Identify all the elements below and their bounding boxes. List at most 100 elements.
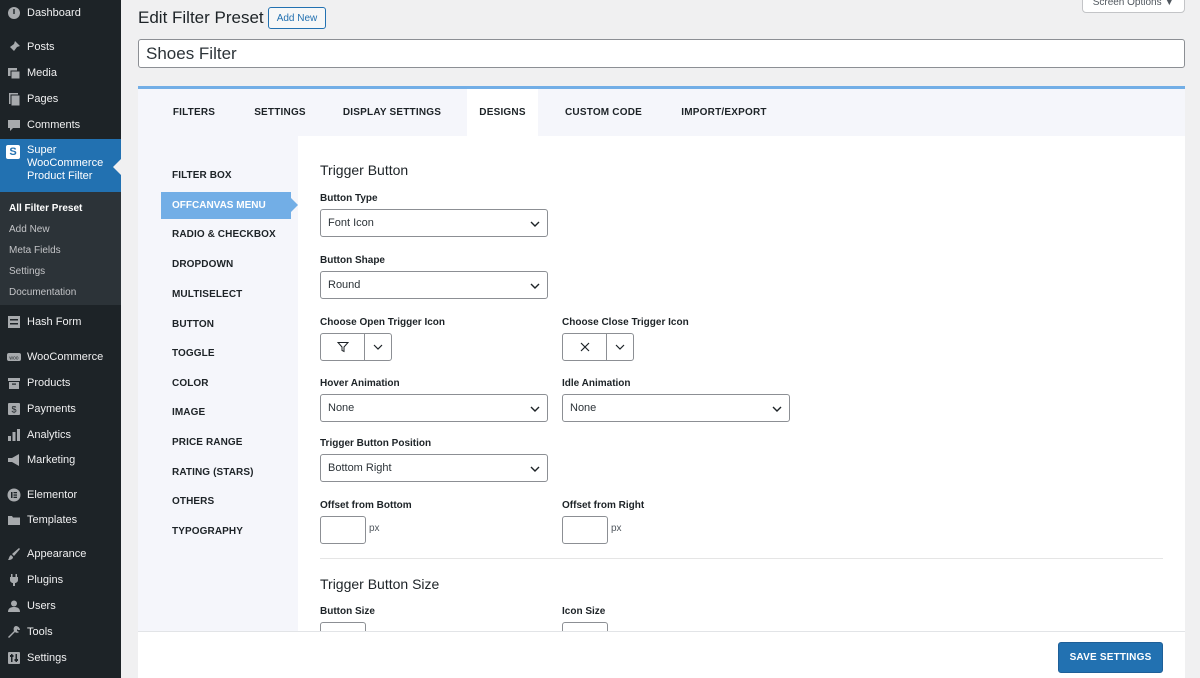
submenu-item-documentation[interactable]: Documentation: [9, 287, 76, 298]
nav-item-typography[interactable]: TYPOGRAPHY: [172, 526, 243, 537]
sidebar-item-label: WooCommerce: [27, 351, 104, 363]
tab-import-export[interactable]: IMPORT/EXPORT: [673, 89, 775, 136]
nav-item-toggle[interactable]: TOGGLE: [172, 348, 215, 359]
sidebar-item-label: Media: [27, 67, 57, 79]
preset-title-input[interactable]: Shoes Filter: [138, 39, 1185, 68]
sidebar-item-label: Marketing: [27, 454, 76, 466]
trigger-button-position-label: Trigger Button Position: [320, 438, 432, 449]
hover-animation-value: None: [328, 402, 355, 414]
tab-display-settings[interactable]: DISPLAY SETTINGS: [334, 89, 450, 136]
close-trigger-icon-picker[interactable]: [562, 333, 634, 361]
offset-bottom-unit: px: [369, 523, 380, 534]
chevron-down-icon: [530, 466, 540, 472]
media-icon: [7, 66, 21, 80]
open-trigger-icon-picker[interactable]: [320, 333, 392, 361]
trigger-button-position-select[interactable]: Bottom Right: [320, 454, 548, 482]
trigger-button-position-value: Bottom Right: [328, 462, 392, 474]
sidebar-item-label: Templates: [27, 514, 78, 526]
button-shape-select[interactable]: Round: [320, 271, 548, 299]
nav-item-color[interactable]: COLOR: [172, 378, 209, 389]
nav-item-button[interactable]: BUTTON: [172, 319, 214, 330]
tab-settings[interactable]: SETTINGS: [243, 89, 317, 136]
submenu-item-all-filter-preset[interactable]: All Filter Preset: [9, 203, 82, 214]
button-size-label: Button Size: [320, 606, 375, 617]
close-trigger-icon-label: Choose Close Trigger Icon: [562, 317, 689, 328]
sidebar-item-products[interactable]: Products: [0, 371, 121, 395]
tab-designs[interactable]: DESIGNS: [467, 89, 538, 136]
sidebar-item-elementor[interactable]: Elementor: [0, 483, 121, 507]
filter-icon: [321, 334, 365, 360]
button-size-input[interactable]: [320, 622, 366, 631]
dollar-icon: $: [7, 402, 21, 416]
sidebar-item-label: Pages: [27, 93, 59, 105]
sidebar-item-plugins[interactable]: Plugins: [0, 568, 121, 592]
nav-item-dropdown[interactable]: DROPDOWN: [172, 259, 233, 270]
submenu-item-settings[interactable]: Settings: [9, 266, 45, 277]
nav-item-label: OFFCANVAS MENU: [172, 200, 266, 211]
design-section-nav: FILTER BOX OFFCANVAS MENU RADIO & CHECKB…: [138, 136, 298, 678]
sidebar-item-marketing[interactable]: Marketing: [0, 448, 121, 472]
nav-item-rating-stars[interactable]: RATING (STARS): [172, 467, 254, 478]
sidebar-item-woocommerce[interactable]: woo WooCommerce: [0, 345, 121, 369]
section-title-trigger-button: Trigger Button: [320, 162, 409, 178]
offset-bottom-input[interactable]: [320, 516, 366, 544]
nav-item-offcanvas-menu[interactable]: OFFCANVAS MENU: [161, 192, 298, 219]
nav-item-radio-checkbox[interactable]: RADIO & CHECKBOX: [172, 229, 276, 240]
sidebar-item-settings[interactable]: Settings: [0, 646, 121, 670]
sidebar-item-payments[interactable]: $ Payments: [0, 397, 121, 421]
panel-footer: SAVE SETTINGS: [138, 631, 1185, 678]
tab-custom-code[interactable]: CUSTOM CODE: [556, 89, 651, 136]
svg-text:$: $: [11, 405, 16, 415]
nav-item-others[interactable]: OTHERS: [172, 496, 214, 507]
offset-right-label: Offset from Right: [562, 500, 645, 511]
sidebar-item-label: Settings: [27, 652, 67, 664]
sidebar-item-tools[interactable]: Tools: [0, 620, 121, 644]
sidebar-item-analytics[interactable]: Analytics: [0, 423, 121, 447]
idle-animation-label: Idle Animation: [562, 378, 631, 389]
woo-icon: woo: [7, 350, 21, 364]
idle-animation-select[interactable]: None: [562, 394, 790, 422]
sidebar-item-users[interactable]: Users: [0, 594, 121, 618]
save-settings-button[interactable]: SAVE SETTINGS: [1058, 642, 1163, 673]
hover-animation-label: Hover Animation: [320, 378, 400, 389]
sidebar-item-hash-form[interactable]: Hash Form: [0, 310, 121, 334]
nav-item-filter-box[interactable]: FILTER BOX: [172, 170, 232, 181]
icon-size-input[interactable]: [562, 622, 608, 631]
nav-item-price-range[interactable]: PRICE RANGE: [172, 437, 243, 448]
idle-animation-value: None: [570, 402, 597, 414]
nav-item-multiselect[interactable]: MULTISELECT: [172, 289, 242, 300]
settings-panel: FILTERS SETTINGS DISPLAY SETTINGS DESIGN…: [138, 86, 1185, 678]
offset-right-input[interactable]: [562, 516, 608, 544]
sidebar-item-label: Products: [27, 377, 71, 389]
sidebar-item-posts[interactable]: Posts: [0, 35, 121, 59]
sidebar-item-templates[interactable]: Templates: [0, 508, 121, 532]
sidebar-item-super-woocommerce-product-filter[interactable]: S Super WooCommerce Product Filter: [0, 139, 121, 192]
archive-icon: [7, 376, 21, 390]
submenu-item-add-new[interactable]: Add New: [9, 224, 50, 235]
submenu: All Filter Preset Add New Meta Fields Se…: [0, 192, 121, 305]
hover-animation-select[interactable]: None: [320, 394, 548, 422]
sidebar-item-label: Comments: [27, 119, 81, 131]
form-icon: [7, 315, 21, 329]
submenu-item-meta-fields[interactable]: Meta Fields: [9, 245, 61, 256]
offset-right-unit: px: [611, 523, 622, 534]
button-type-select[interactable]: Font Icon: [320, 209, 548, 237]
screen-options-button[interactable]: Screen Options ▼: [1082, 0, 1185, 13]
current-menu-arrow: [113, 159, 121, 175]
sidebar-item-label: Posts: [27, 41, 55, 53]
plugin-logo-icon: S: [6, 145, 20, 159]
elementor-icon: [7, 488, 21, 502]
tab-filters[interactable]: FILTERS: [162, 89, 226, 136]
sidebar-item-appearance[interactable]: Appearance: [0, 542, 121, 566]
nav-item-image[interactable]: IMAGE: [172, 407, 205, 418]
sidebar-item-pages[interactable]: Pages: [0, 87, 121, 111]
add-new-button[interactable]: Add New: [268, 7, 326, 29]
sidebar-item-dashboard[interactable]: Dashboard: [0, 1, 121, 25]
pin-icon: [7, 40, 21, 54]
sidebar-item-comments[interactable]: Comments: [0, 113, 121, 137]
settings-icon: [7, 651, 21, 665]
svg-text:woo: woo: [9, 356, 18, 362]
section-divider: [320, 558, 1163, 559]
offset-bottom-label: Offset from Bottom: [320, 500, 412, 511]
sidebar-item-media[interactable]: Media: [0, 61, 121, 85]
